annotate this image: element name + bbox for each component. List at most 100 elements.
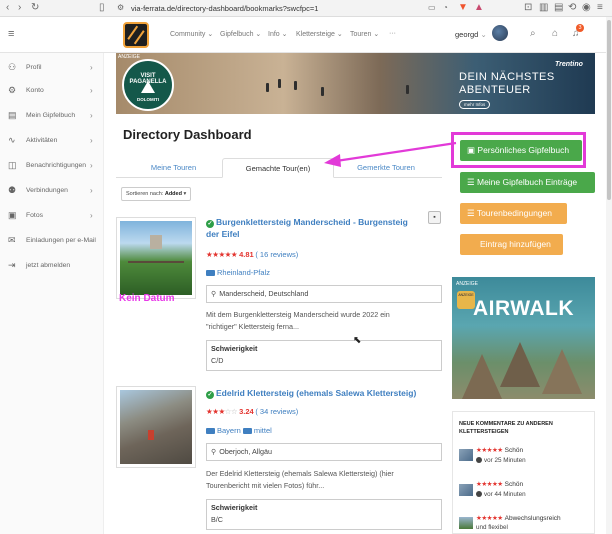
map-pin-icon: ⚲: [211, 289, 217, 298]
sidebar-item-verbindungen[interactable]: ⚉ Verbindungen ›: [0, 185, 104, 199]
ad-label: ANZEIGE: [118, 54, 140, 60]
comment-time: vor 25 Minuten: [476, 457, 526, 464]
tour-description: Mit dem Burgenklettersteig Manderscheid …: [206, 310, 390, 331]
trentino-logo: Trentino: [555, 61, 583, 68]
menu-icon[interactable]: ≡: [597, 2, 603, 14]
back-icon[interactable]: ‹: [6, 2, 9, 14]
sidebar-item-einladungen[interactable]: ✉ Einladungen per e-Mail: [0, 235, 104, 249]
rating-stars: ★★★☆☆ 3.24 ( 34 reviews): [206, 407, 299, 416]
tour-image[interactable]: [116, 386, 196, 468]
comment-text: und flexibel: [476, 524, 508, 531]
sidebar-item-gipfelbuch[interactable]: ▤ Mein Gipfelbuch ›: [0, 110, 104, 124]
mouse-cursor: ⬉: [353, 335, 362, 346]
difficulty-box: Schwierigkeit C/D: [206, 340, 442, 371]
list-icon: ▤: [8, 110, 17, 120]
nav-info[interactable]: Info ⌄: [268, 30, 288, 38]
check-circle-icon: ✓: [206, 220, 214, 228]
page-title: Directory Dashboard: [123, 127, 252, 142]
nav-gipfelbuch[interactable]: Gipfelbuch ⌄: [220, 30, 261, 38]
site-settings-icon[interactable]: ⚙: [117, 2, 124, 14]
sort-select[interactable]: Sortieren nach: Added ▾: [121, 187, 192, 201]
location-field: ⚲ Oberjoch, Allgäu: [206, 443, 442, 461]
tour-image[interactable]: [116, 217, 196, 299]
username-menu[interactable]: georgd ⌄: [455, 30, 487, 39]
climber-figure: [406, 85, 409, 94]
nav-klettersteige[interactable]: Klettersteige ⌄: [296, 30, 343, 38]
map-pin-icon: ⚲: [211, 447, 217, 456]
comment-rating: ★★★★★ Schön: [476, 481, 524, 488]
sidebar-item-benachrichtigungen[interactable]: ◫ Benachrichtigungen ›: [0, 160, 104, 174]
sidebar-item-konto[interactable]: ⚙ Konto ›: [0, 85, 104, 99]
mountain-shape: [542, 349, 582, 394]
sidebar-item-profil[interactable]: ⚇ Profil ›: [0, 62, 104, 76]
region-link[interactable]: Bayern mittel: [206, 426, 272, 435]
rating-stars: ★★★★★ 4.81 ( 16 reviews): [206, 250, 299, 259]
comment-thumbnail[interactable]: [459, 484, 473, 496]
extensions-icon[interactable]: ⊡: [524, 2, 532, 14]
reviews-link[interactable]: ( 34 reviews): [255, 407, 298, 416]
comment-rating: ★★★★★ Abwechslungsreich: [476, 515, 561, 522]
climber-figure: [294, 81, 297, 90]
reload-icon[interactable]: ↻: [31, 2, 39, 14]
mountain-shape: [500, 342, 540, 387]
annotation-note: Kein Datum: [119, 293, 175, 304]
comment-rating: ★★★★★ Schön: [476, 447, 524, 454]
add-entry-button[interactable]: Eintrag hinzufügen: [460, 234, 563, 255]
region-link[interactable]: Rheinland-Pfalz: [206, 268, 270, 277]
folder-icon: [242, 428, 252, 434]
chevron-right-icon: ›: [90, 111, 93, 120]
hamburger-icon[interactable]: ≡: [8, 28, 14, 40]
sidebar-item-fotos[interactable]: ▣ Fotos ›: [0, 210, 104, 224]
banner-ad[interactable]: ANZEIGE VISIT PAGANELLA DOLOMITI DEIN NÄ…: [116, 53, 595, 114]
vpn-icon[interactable]: ◉: [582, 2, 591, 14]
inbox-icon[interactable]: ⌂: [552, 28, 558, 39]
bookmark-page-icon[interactable]: ▯: [99, 2, 105, 14]
browser-toolbar: ‹ › ↻ ▯ ⚙ via-ferrata.de/directory-dashb…: [0, 0, 612, 17]
reviews-link[interactable]: ( 16 reviews): [255, 250, 298, 259]
chevron-right-icon: ›: [90, 63, 93, 72]
scrollbar-thumb[interactable]: [607, 20, 611, 200]
site-logo[interactable]: [123, 22, 149, 48]
bookmark-toggle-button[interactable]: ▪: [428, 211, 441, 224]
url-text[interactable]: via-ferrata.de/directory-dashboard/bookm…: [131, 4, 318, 13]
brave-shield-icon[interactable]: ▼: [458, 2, 468, 14]
logout-icon: ⇥: [8, 260, 16, 270]
address-bar[interactable]: ⚙ via-ferrata.de/directory-dashboard/boo…: [113, 2, 461, 15]
my-entries-button[interactable]: ☰ Meine Gipfelbuch Einträge: [460, 172, 595, 193]
banner-more-button[interactable]: mehr Infos: [459, 100, 491, 109]
brave-rewards-icon[interactable]: ▲: [474, 2, 484, 14]
recent-comments-panel: NEUE KOMMENTARE ZU ANDEREN KLETTERSTEIGE…: [452, 411, 595, 534]
avatar[interactable]: [492, 25, 508, 41]
comment-thumbnail[interactable]: [459, 449, 473, 461]
chevron-right-icon: ›: [90, 86, 93, 95]
nav-touren[interactable]: Touren ⌄: [350, 30, 379, 38]
forward-icon[interactable]: ›: [18, 2, 21, 14]
user-icon: ⚇: [8, 62, 17, 72]
tab-gemachte-touren[interactable]: Gemachte Tour(en): [222, 158, 334, 178]
reader-icon[interactable]: ▤: [554, 2, 563, 14]
caret-down-icon: ▾: [183, 191, 187, 197]
search-icon[interactable]: ⌕: [530, 28, 536, 39]
personal-gipfelbuch-button[interactable]: ▣ Persönliches Gipfelbuch: [460, 140, 582, 161]
sidebar-item-abmelden[interactable]: ⇥ jetzt abmelden: [0, 260, 104, 274]
tour-title-link[interactable]: ✓ Edelrid Klettersteig (ehemals Salewa Kl…: [206, 387, 442, 399]
conditions-button[interactable]: ☰ Tourenbedingungen: [460, 203, 567, 224]
sidebar-toggle-icon[interactable]: ▥: [539, 2, 548, 14]
location-field: ⚲ Manderscheid, Deutschland: [206, 285, 442, 303]
rss-icon[interactable]: ◔: [443, 2, 448, 14]
tour-description: Der Edelrid Klettersteig (ehemals Salewa…: [206, 469, 394, 490]
tab-meine-touren[interactable]: Meine Touren: [126, 158, 221, 178]
climber-figure: [321, 87, 324, 96]
comment-thumbnail[interactable]: [459, 517, 473, 529]
panel-title: NEUE KOMMENTARE ZU ANDEREN KLETTERSTEIGE…: [459, 421, 553, 435]
tour-title-link[interactable]: ✓ Burgenklettersteig Manderscheid - Burge…: [206, 216, 428, 240]
nav-more[interactable]: ···: [389, 30, 396, 37]
airwalk-ad[interactable]: ANZEIGE ANZEIGE AIRWALK: [452, 277, 595, 399]
sidebar-item-aktivitaeten[interactable]: ∿ Aktivitäten ›: [0, 135, 104, 149]
screen-icon[interactable]: ▭: [428, 2, 436, 14]
image-icon: ▣: [8, 210, 17, 220]
nav-community[interactable]: Community ⌄: [170, 30, 213, 38]
wallet-icon[interactable]: ⟲: [568, 2, 576, 14]
clock-icon: [476, 457, 482, 463]
chevron-right-icon: ›: [90, 161, 93, 170]
